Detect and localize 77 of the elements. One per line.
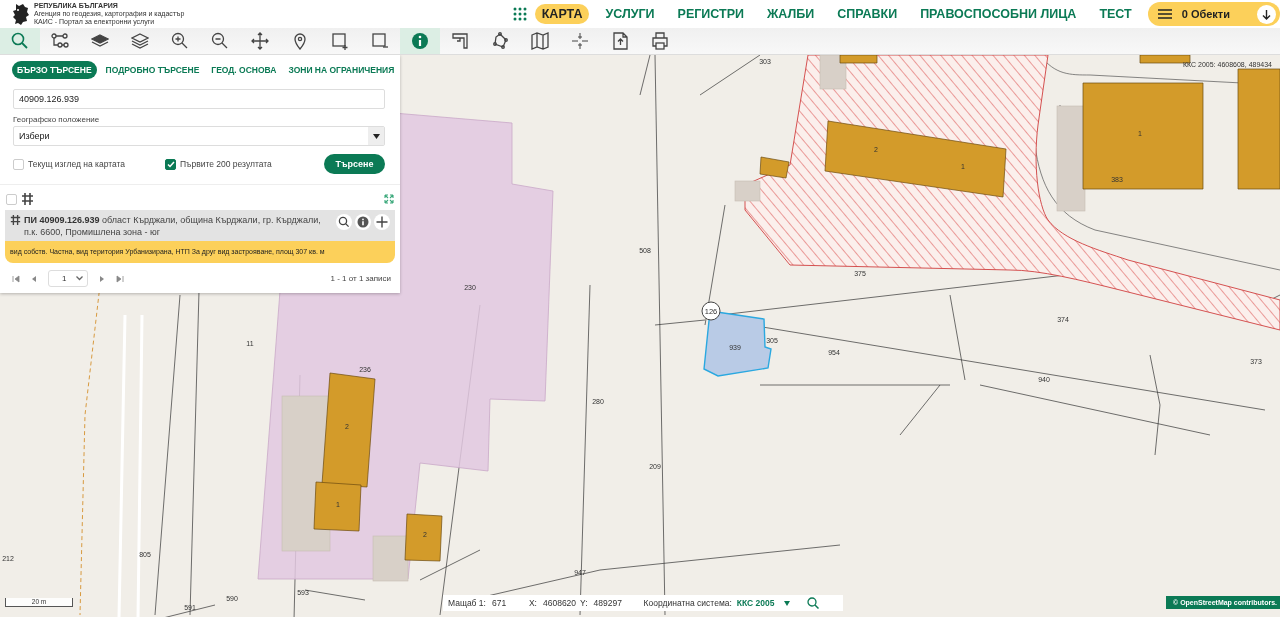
- x-label: X:: [528, 598, 537, 608]
- rectangle-minus-icon: [371, 32, 389, 50]
- search-tab[interactable]: ЗОНИ НА ОГРАНИЧЕНИЯ: [285, 61, 398, 79]
- hash-icon: [10, 214, 21, 226]
- last-page-button[interactable]: [116, 274, 125, 283]
- caret-icon: [372, 133, 380, 139]
- search-tab[interactable]: ГЕОД. ОСНОВА: [208, 61, 280, 79]
- search-button[interactable]: [806, 597, 819, 609]
- search-icon: [11, 32, 29, 50]
- previous-page-button[interactable]: [30, 274, 38, 283]
- building-footprint: [734, 180, 761, 202]
- nav-link[interactable]: СПРАВКИ: [830, 4, 905, 24]
- hash-icon: [21, 192, 34, 206]
- nav-link[interactable]: ТЕСТ: [1092, 4, 1139, 24]
- search-tab[interactable]: БЪРЗО ТЪРСЕНЕ: [12, 61, 97, 79]
- search-icon: [806, 597, 819, 609]
- building: [759, 156, 790, 179]
- building: [404, 513, 443, 562]
- last-page-icon: [116, 274, 125, 283]
- corner-shape-icon: [451, 32, 469, 50]
- x-value: 4608620: [543, 598, 575, 608]
- search-tab[interactable]: ПОДРОБНО ТЪРСЕНЕ: [102, 61, 203, 79]
- checkbox[interactable]: [165, 158, 176, 170]
- add-button[interactable]: [374, 214, 390, 230]
- nav-link[interactable]: ЖАЛБИ: [760, 4, 822, 24]
- crosshair-icon: [571, 32, 589, 50]
- nodes-icon: [51, 32, 69, 50]
- search-field[interactable]: 40909.126.939: [13, 89, 385, 109]
- nav-link[interactable]: КАРТА: [534, 4, 590, 24]
- first-page-button[interactable]: [12, 274, 20, 283]
- cart-button[interactable]: 0 Обекти: [1147, 2, 1280, 26]
- page-select[interactable]: 1: [48, 270, 89, 287]
- zoom-in-icon: [171, 32, 189, 50]
- first-page-icon: [12, 274, 20, 283]
- folded-map-icon: [531, 32, 549, 50]
- building-footprint: [819, 55, 847, 90]
- search-icon: [338, 216, 350, 228]
- toolbar-button[interactable]: [0, 28, 40, 54]
- field-label: Географско положение: [13, 115, 101, 124]
- select-all-checkbox[interactable]: [6, 193, 17, 205]
- search-button[interactable]: Търсене: [324, 154, 385, 174]
- building-footprint: [372, 535, 409, 582]
- nav-link[interactable]: ПРАВОСПОСОБНИ ЛИЦА: [913, 4, 1084, 24]
- polygon-icon: [491, 32, 509, 50]
- layers-icon: [131, 32, 149, 50]
- toolbar-button[interactable]: [400, 28, 440, 54]
- upload-document-icon: [611, 32, 629, 50]
- previous-icon: [30, 274, 38, 283]
- caret-icon: [783, 601, 790, 606]
- y-label: Y:: [580, 598, 588, 608]
- result-title: ПИ 40909.126.939 област Кърджали, община Кърджали, гр. Кърджали, п.к. 6600, Промишлена зона - юг: [24, 214, 322, 238]
- rectangle-plus-icon: [331, 32, 349, 50]
- move-arrows-icon: [251, 32, 269, 50]
- checkbox-label: Първите 200 резултата: [180, 159, 272, 169]
- down-arrow-icon: [1262, 8, 1271, 20]
- map-pin-icon: [291, 32, 309, 50]
- zoom-button[interactable]: [336, 214, 352, 230]
- crs-value: ККС 2005: [736, 598, 775, 608]
- checkbox-label: Текущ изглед на картата: [28, 159, 126, 169]
- nav-link[interactable]: РЕГИСТРИ: [670, 4, 751, 24]
- scale-label: Мащаб 1:: [448, 598, 486, 608]
- menu-icon: [1156, 8, 1173, 20]
- zoom-out-icon: [211, 32, 229, 50]
- expand-icon: [384, 194, 394, 204]
- info-icon: [357, 216, 369, 228]
- apps-grid-icon[interactable]: [512, 7, 527, 21]
- crs-label: Координатна система:: [643, 598, 732, 608]
- print-icon: [651, 32, 669, 50]
- info-icon: [411, 32, 429, 50]
- records-count: 1 - 1 от 1 записи: [330, 274, 391, 283]
- scale-value: 671: [491, 598, 508, 608]
- info-button[interactable]: [355, 214, 371, 230]
- chevron-down-icon: [76, 276, 84, 281]
- plus-icon: [376, 216, 388, 228]
- y-value: 489297: [593, 598, 623, 608]
- nav-link[interactable]: УСЛУГИ: [598, 4, 662, 24]
- location-dropdown[interactable]: Избери: [13, 126, 385, 146]
